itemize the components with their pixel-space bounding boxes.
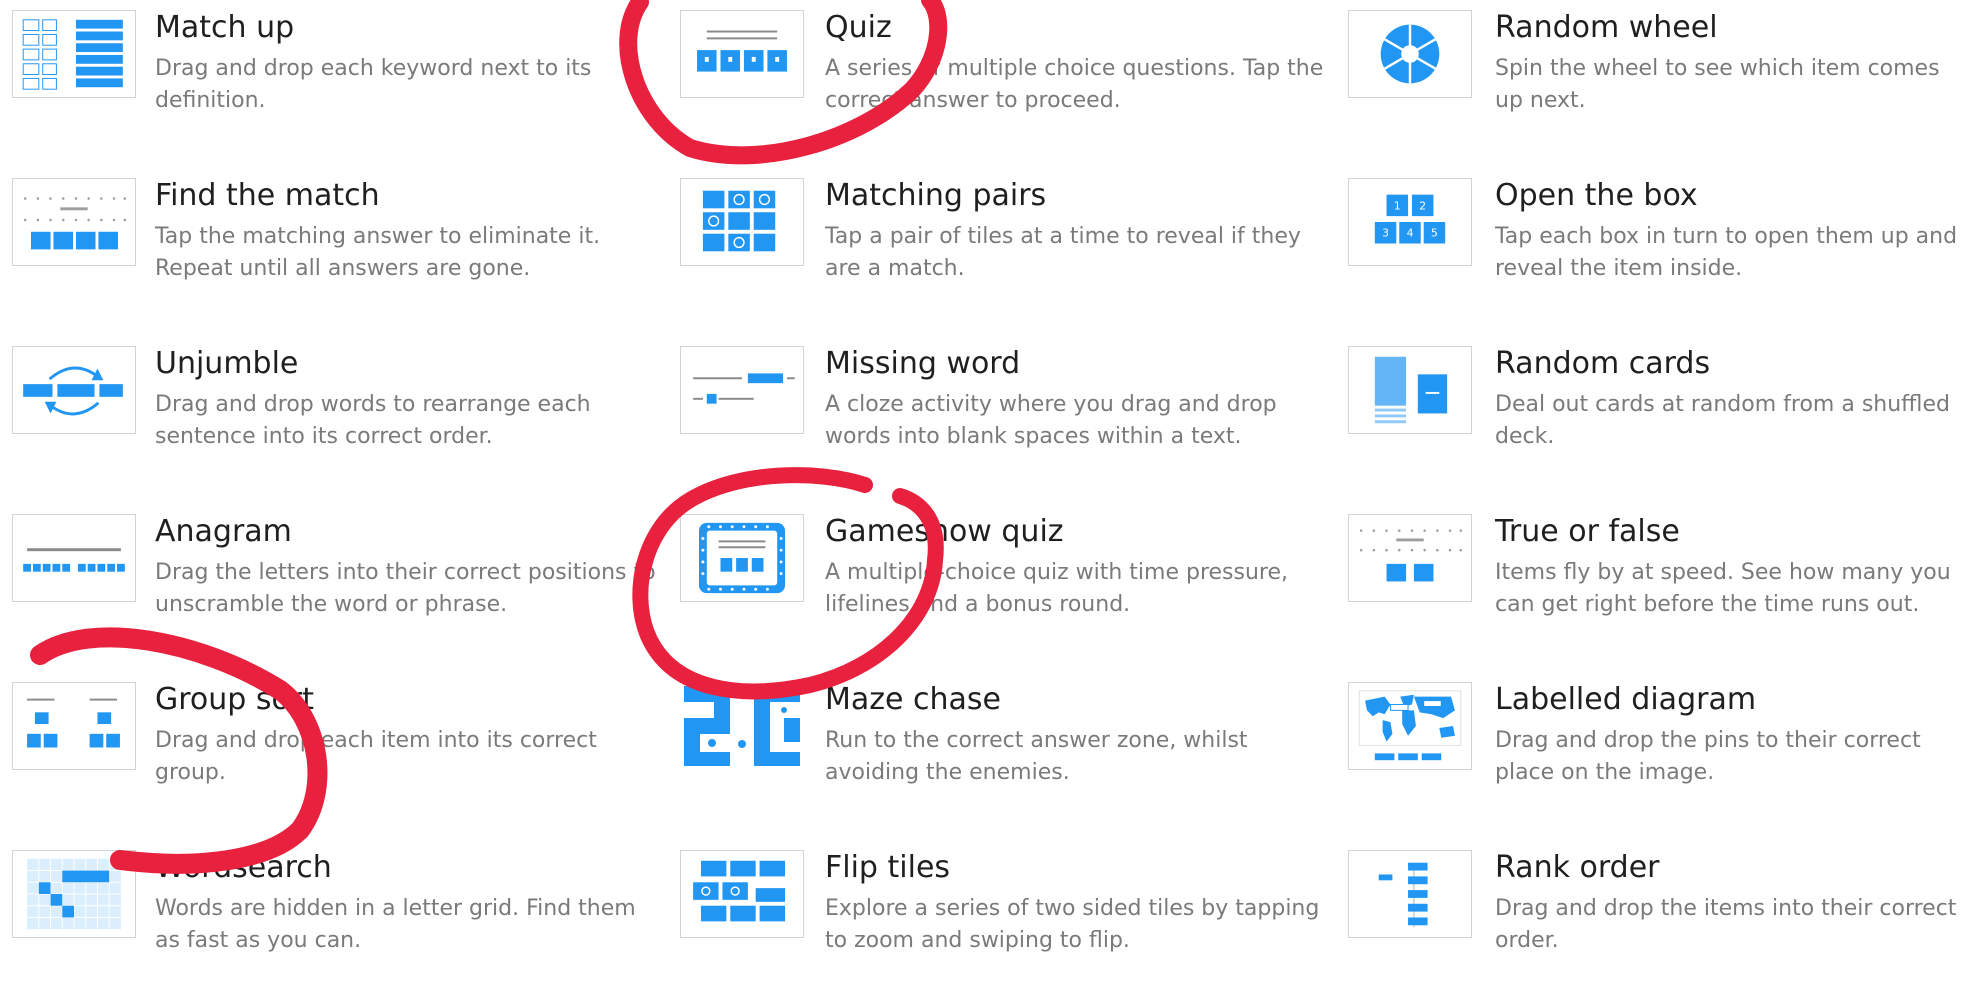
template-description: A series of multiple choice questions. T… (825, 56, 1324, 113)
template-description: A multiple-choice quiz with time pressur… (825, 560, 1288, 617)
quiz-thumbnail (680, 10, 804, 98)
template-missing-word[interactable]: Missing word A cloze activity where you … (670, 336, 1340, 504)
template-description: Tap the matching answer to eliminate it.… (155, 224, 601, 281)
template-title: Rank order (1495, 850, 1660, 885)
template-quiz[interactable]: Quiz A series of multiple choice questio… (670, 0, 1340, 168)
template-description: A cloze activity where you drag and drop… (825, 392, 1277, 449)
labelled-diagram-thumbnail (1348, 682, 1472, 770)
template-title: Maze chase (825, 682, 1001, 717)
unjumble-thumbnail (12, 346, 136, 434)
open-the-box-thumbnail: 1 2 3 4 5 (1348, 178, 1472, 266)
template-description: Drag and drop the pins to their correct … (1495, 728, 1921, 785)
template-true-or-false[interactable]: True or false Items fly by at speed. See… (1340, 504, 1974, 672)
template-gameshow-quiz[interactable]: Gameshow quiz A multiple-choice quiz wit… (670, 504, 1340, 672)
template-description: Tap a pair of tiles at a time to reveal … (825, 224, 1301, 281)
random-wheel-thumbnail (1348, 10, 1472, 98)
template-description: Drag and drop each item into its correct… (155, 728, 597, 785)
template-title: Gameshow quiz (825, 514, 1064, 549)
true-or-false-thumbnail (1348, 514, 1472, 602)
template-title: Flip tiles (825, 850, 951, 885)
template-description: Drag and drop each keyword next to its d… (155, 56, 592, 113)
template-title: Group sort (155, 682, 314, 717)
box-number: 2 (1419, 199, 1426, 212)
template-title: Anagram (155, 514, 292, 549)
template-open-the-box[interactable]: 1 2 3 4 5 Open the box Tap each box in t… (1340, 168, 1974, 336)
template-maze-chase[interactable]: Maze chase Run to the correct answer zon… (670, 672, 1340, 840)
template-title: Find the match (155, 178, 380, 213)
box-number: 3 (1382, 227, 1389, 240)
template-title: Labelled diagram (1495, 682, 1757, 717)
template-description: Drag and drop the items into their corre… (1495, 896, 1957, 953)
box-number: 1 (1394, 199, 1401, 212)
template-description: Run to the correct answer zone, whilst a… (825, 728, 1248, 785)
group-sort-thumbnail (12, 682, 136, 770)
template-find-the-match[interactable]: Find the match Tap the matching answer t… (0, 168, 670, 336)
template-title: Quiz (825, 10, 892, 45)
template-random-wheel[interactable]: Random wheel Spin the wheel to see which… (1340, 0, 1974, 168)
template-title: Random wheel (1495, 10, 1718, 45)
random-cards-thumbnail (1348, 346, 1472, 434)
template-wordsearch[interactable]: Wordsearch Words are hidden in a letter … (0, 840, 670, 1008)
template-title: Matching pairs (825, 178, 1047, 213)
box-number: 4 (1407, 227, 1414, 240)
match-up-thumbnail (12, 10, 136, 98)
template-title: Missing word (825, 346, 1021, 381)
template-title: Wordsearch (155, 850, 332, 885)
template-match-up[interactable]: Match up Drag and drop each keyword next… (0, 0, 670, 168)
template-description: Tap each box in turn to open them up and… (1495, 224, 1958, 281)
find-the-match-thumbnail (12, 178, 136, 266)
rank-order-thumbnail (1348, 850, 1472, 938)
anagram-thumbnail (12, 514, 136, 602)
box-number: 5 (1431, 227, 1438, 240)
template-flip-tiles[interactable]: Flip tiles Explore a series of two sided… (670, 840, 1340, 1008)
flip-tiles-thumbnail (680, 850, 804, 938)
template-description: Items fly by at speed. See how many you … (1495, 560, 1951, 617)
template-random-cards[interactable]: Random cards Deal out cards at random fr… (1340, 336, 1974, 504)
template-anagram[interactable]: Anagram Drag the letters into their corr… (0, 504, 670, 672)
template-title: Match up (155, 10, 295, 45)
template-labelled-diagram[interactable]: Labelled diagram Drag and drop the pins … (1340, 672, 1974, 840)
gameshow-quiz-thumbnail (680, 514, 804, 602)
template-description: Drag the letters into their correct posi… (155, 560, 656, 617)
template-description: Words are hidden in a letter grid. Find … (155, 896, 636, 953)
template-unjumble[interactable]: Unjumble Drag and drop words to rearrang… (0, 336, 670, 504)
wordsearch-thumbnail (12, 850, 136, 938)
template-title: True or false (1495, 514, 1680, 549)
template-grid: Match up Drag and drop each keyword next… (0, 0, 1974, 986)
template-rank-order[interactable]: Rank order Drag and drop the items into … (1340, 840, 1974, 1008)
template-matching-pairs[interactable]: Matching pairs Tap a pair of tiles at a … (670, 168, 1340, 336)
missing-word-thumbnail (680, 346, 804, 434)
template-description: Deal out cards at random from a shuffled… (1495, 392, 1950, 449)
template-description: Spin the wheel to see which item comes u… (1495, 56, 1940, 113)
template-title: Open the box (1495, 178, 1698, 213)
template-group-sort[interactable]: Group sort Drag and drop each item into … (0, 672, 670, 840)
template-title: Unjumble (155, 346, 299, 381)
template-title: Random cards (1495, 346, 1711, 381)
maze-chase-thumbnail (680, 682, 804, 770)
template-description: Explore a series of two sided tiles by t… (825, 896, 1320, 953)
matching-pairs-thumbnail (680, 178, 804, 266)
template-description: Drag and drop words to rearrange each se… (155, 392, 591, 449)
